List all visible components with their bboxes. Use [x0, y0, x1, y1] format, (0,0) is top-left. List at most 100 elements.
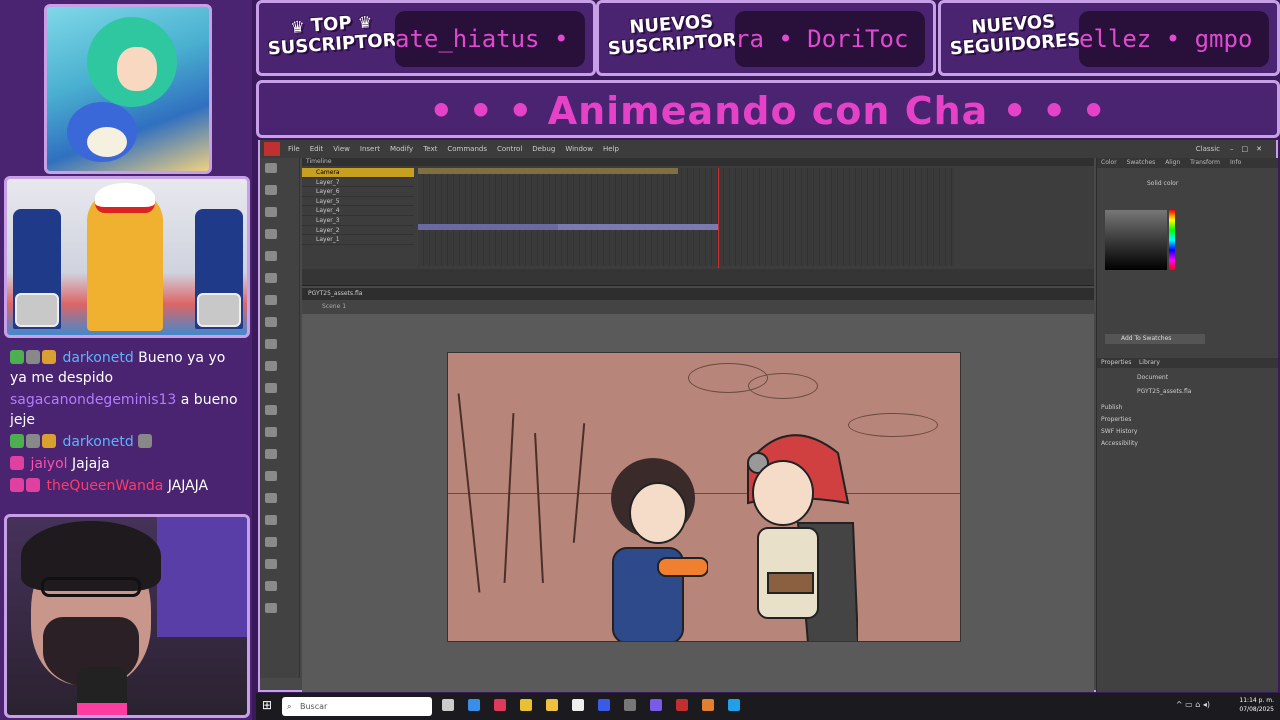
- subselect-tool-icon[interactable]: [265, 185, 277, 195]
- layer-row[interactable]: Layer_1: [302, 235, 414, 245]
- brush-tool-icon[interactable]: [265, 405, 277, 415]
- menu-text[interactable]: Text: [423, 140, 437, 158]
- chat-username[interactable]: theQueenWanda: [46, 478, 163, 494]
- store-icon[interactable]: [572, 699, 584, 711]
- menu-commands[interactable]: Commands: [447, 140, 487, 158]
- timeline-controls: [302, 269, 1094, 285]
- tab-align[interactable]: Align: [1165, 159, 1180, 166]
- menu-view[interactable]: View: [333, 140, 350, 158]
- menu-window[interactable]: Window: [565, 140, 593, 158]
- tab-info[interactable]: Info: [1230, 159, 1241, 166]
- lasso-tool-icon[interactable]: [265, 251, 277, 261]
- redhead-character: [747, 434, 858, 641]
- hand-tool-icon[interactable]: [265, 537, 277, 547]
- section-accessibility[interactable]: Accessibility: [1101, 440, 1138, 447]
- tab-color[interactable]: Color: [1101, 159, 1117, 166]
- menu-file[interactable]: File: [288, 140, 300, 158]
- cloud-sketch: [848, 413, 938, 437]
- webcam-panel: [4, 514, 250, 718]
- workspace-switcher[interactable]: Classic: [1196, 140, 1220, 158]
- menu-modify[interactable]: Modify: [390, 140, 413, 158]
- animate-app-window: File Edit View Insert Modify Text Comman…: [258, 140, 1278, 692]
- task-view-icon[interactable]: [442, 699, 454, 711]
- animation-canvas[interactable]: [447, 352, 961, 642]
- menu-edit[interactable]: Edit: [310, 140, 324, 158]
- 3d-rotation-tool-icon[interactable]: [265, 229, 277, 239]
- ticker: ate_hiatus •: [395, 11, 585, 67]
- chat-message: theQueenWanda JAJAJA: [10, 476, 244, 496]
- selection-tool-icon[interactable]: [265, 163, 277, 173]
- windows-start-icon[interactable]: ⊞: [262, 699, 274, 711]
- camera-tool-icon[interactable]: [265, 515, 277, 525]
- color-type-select[interactable]: Solid color: [1147, 180, 1178, 187]
- taskbar-clock[interactable]: 11:14 p. m. 07/08/2025: [1239, 696, 1274, 714]
- document-tab[interactable]: PGYT25_assets.fla: [302, 288, 1094, 300]
- menu-debug[interactable]: Debug: [532, 140, 555, 158]
- timeline-tab[interactable]: Timeline: [302, 158, 1094, 166]
- free-transform-tool-icon[interactable]: [265, 207, 277, 217]
- app-icon[interactable]: [598, 699, 610, 711]
- paint-bucket-tool-icon[interactable]: [265, 449, 277, 459]
- frame-grid[interactable]: [418, 168, 954, 268]
- text-tool-icon[interactable]: [265, 295, 277, 305]
- scene-breadcrumb[interactable]: Scene 1: [302, 300, 1094, 314]
- section-publish[interactable]: Publish: [1101, 404, 1122, 411]
- layer-row[interactable]: Layer_3: [302, 216, 414, 226]
- pencil-tool-icon[interactable]: [265, 383, 277, 393]
- sticky-notes-icon[interactable]: [520, 699, 532, 711]
- add-to-swatches-button[interactable]: Add To Swatches: [1105, 334, 1205, 344]
- section-properties[interactable]: Properties: [1101, 416, 1131, 423]
- tab-properties[interactable]: Properties: [1101, 359, 1131, 366]
- layer3-tween[interactable]: [558, 224, 718, 230]
- app-icon-orange[interactable]: [702, 699, 714, 711]
- camera-frames[interactable]: [418, 168, 678, 174]
- minimize-icon[interactable]: –: [1230, 140, 1234, 158]
- windows-taskbar: ⊞ ⌕ Buscar ^ ▭ ⌂ ◂) 11:14 p. m. 07/08/20…: [256, 693, 1280, 720]
- fill-color-swatch[interactable]: [265, 603, 277, 613]
- system-tray[interactable]: ^ ▭ ⌂ ◂): [1176, 700, 1210, 709]
- chat-username[interactable]: darkonetd: [62, 434, 133, 450]
- color-picker[interactable]: [1105, 210, 1167, 270]
- discord-icon[interactable]: [650, 699, 662, 711]
- line-tool-icon[interactable]: [265, 317, 277, 327]
- menu-insert[interactable]: Insert: [360, 140, 380, 158]
- chat-message: sagacanondegeminis13 a bueno jeje: [10, 390, 244, 430]
- chat-username[interactable]: sagacanondegeminis13: [10, 392, 176, 408]
- close-icon[interactable]: ✕: [1256, 140, 1262, 158]
- rectangle-tool-icon[interactable]: [265, 339, 277, 349]
- maximize-icon[interactable]: □: [1242, 140, 1249, 158]
- animate-taskbar-icon[interactable]: [676, 699, 688, 711]
- eraser-tool-icon[interactable]: [265, 493, 277, 503]
- layer-row[interactable]: Camera: [302, 168, 414, 178]
- menu-control[interactable]: Control: [497, 140, 522, 158]
- taskbar-search[interactable]: ⌕ Buscar: [282, 697, 432, 716]
- playhead[interactable]: [718, 168, 719, 268]
- layer-row[interactable]: Layer_7: [302, 178, 414, 188]
- chat-username[interactable]: darkonetd: [62, 350, 133, 366]
- bone-tool-icon[interactable]: [265, 427, 277, 437]
- tiktok-icon[interactable]: [494, 699, 506, 711]
- hue-slider[interactable]: [1169, 210, 1175, 270]
- layer-row[interactable]: Layer_5: [302, 197, 414, 207]
- banner-top-subscribers: ♛ TOP ♛ SUSCRIPTORES ate_hiatus •: [256, 0, 596, 76]
- section-swf-history[interactable]: SWF History: [1101, 428, 1137, 435]
- menu-help[interactable]: Help: [603, 140, 619, 158]
- edge-icon[interactable]: [728, 699, 740, 711]
- layer-row[interactable]: Layer_4: [302, 206, 414, 216]
- layer-row[interactable]: Layer_6: [302, 187, 414, 197]
- layer-row[interactable]: Layer_2: [302, 226, 414, 236]
- chat-message: darkonetd: [10, 432, 244, 452]
- zoom-tool-icon[interactable]: [265, 559, 277, 569]
- oval-tool-icon[interactable]: [265, 361, 277, 371]
- chat-username[interactable]: jaiyol: [30, 456, 67, 472]
- obs-icon[interactable]: [624, 699, 636, 711]
- tab-swatches[interactable]: Swatches: [1127, 159, 1156, 166]
- stroke-color-swatch[interactable]: [265, 581, 277, 591]
- pen-tool-icon[interactable]: [265, 273, 277, 283]
- file-explorer-icon[interactable]: [546, 699, 558, 711]
- tab-transform[interactable]: Transform: [1190, 159, 1220, 166]
- copilot-icon[interactable]: [468, 699, 480, 711]
- tab-library[interactable]: Library: [1139, 359, 1160, 366]
- eyedropper-tool-icon[interactable]: [265, 471, 277, 481]
- microphone-ring: [77, 703, 127, 715]
